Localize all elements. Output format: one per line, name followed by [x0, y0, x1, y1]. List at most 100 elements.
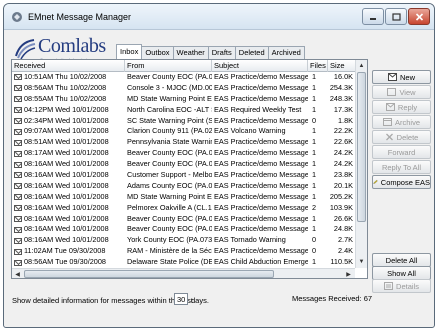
message-list-header: Received From Subject Files Size — [12, 60, 355, 72]
cell-files: 0 — [312, 246, 317, 256]
tab-outbox[interactable]: Outbox — [141, 46, 174, 59]
cell-received: 08:16AM Wed 10/01/2008 — [12, 203, 125, 214]
message-row[interactable]: 10:51AM Thu 10/02/2008 Beaver County EOC … — [12, 72, 355, 83]
cell-subject: EAS Practice/demo Message — [214, 72, 308, 81]
cell-subject: EAS Volcano Warning — [214, 126, 286, 136]
reply-to-all-button[interactable]: Reply To All — [372, 160, 431, 174]
minimize-button[interactable] — [362, 8, 384, 25]
message-row[interactable]: 08:16AM Wed 10/01/2008 Customer Support -… — [12, 170, 355, 181]
cell-subject: EAS Practice/demo Message — [214, 224, 308, 234]
message-row[interactable]: 08:56AM Thu 10/02/2008 Console 3 - MJOC (… — [12, 83, 355, 94]
forward-button[interactable]: Forward — [372, 145, 431, 159]
cell-subject: EAS Tornado Warning — [214, 235, 286, 245]
compose-eas-button[interactable]: Compose EAS — [372, 175, 431, 189]
envelope-icon — [14, 128, 22, 135]
cell-received: 08:17AM Wed 10/01/2008 — [12, 148, 125, 159]
message-row[interactable]: 11:02AM Tue 09/30/2008 RAM - Ministère de… — [12, 246, 355, 257]
tab-weather[interactable]: Weather — [172, 46, 209, 59]
cell-subject: EAS Required Weekly Test — [214, 104, 302, 114]
cell-files: 1 — [312, 82, 317, 92]
vertical-scrollbar[interactable]: ▲ ▼ — [355, 60, 367, 268]
logo-mark-icon — [15, 39, 36, 60]
cell-size: 248.3K — [329, 93, 353, 103]
delete-button-label: Delete — [396, 132, 419, 142]
details-button-label: Details — [396, 281, 419, 291]
cell-size: 254.3K — [329, 82, 353, 92]
new-button[interactable]: New — [372, 70, 431, 84]
cell-from: Pelmorex Oakville A (CL.134) — [127, 202, 212, 212]
message-row[interactable]: 09:07AM Wed 10/01/2008 Clarion County 911… — [12, 126, 355, 137]
column-header-subject[interactable]: Subject — [212, 60, 308, 72]
view-button-label: View — [399, 87, 416, 97]
envelope-icon — [14, 183, 22, 190]
message-row[interactable]: 08:16AM Wed 10/01/2008 Beaver County EOC … — [12, 214, 355, 225]
column-header-received[interactable]: Received — [12, 60, 125, 72]
message-row[interactable]: 08:16AM Wed 10/01/2008 Pelmorex Oakville … — [12, 203, 355, 214]
received-text: 08:16AM Wed 10/01/2008 — [24, 191, 109, 201]
delete-button[interactable]: Delete — [372, 130, 431, 144]
scroll-down-arrow-icon[interactable]: ▼ — [356, 256, 367, 267]
cell-files: 1 — [312, 159, 317, 169]
message-row[interactable]: 08:55AM Thu 10/02/2008 MD State Warning P… — [12, 94, 355, 105]
scroll-right-arrow-icon[interactable]: ▶ — [343, 269, 354, 278]
tab-archived[interactable]: Archived — [267, 46, 305, 59]
cell-received: 08:16AM Wed 10/01/2008 — [12, 214, 125, 225]
message-row[interactable]: 08:56AM Tue 09/30/2008 Delaware State Pol… — [12, 257, 355, 268]
scroll-up-arrow-icon[interactable]: ▲ — [356, 60, 367, 71]
show-all-button[interactable]: Show All — [372, 266, 431, 280]
cell-from: Beaver County EOC (PA.015) — [127, 72, 212, 81]
column-header-size[interactable]: Size — [328, 60, 355, 72]
cell-from: Beaver County EOC (PA.015) — [127, 213, 212, 223]
details-button[interactable]: Details — [372, 279, 431, 293]
days-unit-label: days. — [191, 296, 209, 305]
message-row[interactable]: 08:51AM Wed 10/01/2008 Pennsylvania State… — [12, 137, 355, 148]
close-button[interactable] — [408, 8, 430, 25]
app-icon — [12, 12, 22, 22]
delete-all-button[interactable]: Delete All — [372, 253, 431, 267]
delete-icon — [385, 133, 393, 141]
view-button[interactable]: View — [372, 85, 431, 99]
horizontal-scroll-thumb[interactable] — [24, 270, 274, 278]
archive-button[interactable]: Archive — [372, 115, 431, 129]
vertical-scroll-thumb[interactable] — [357, 72, 366, 222]
cell-from: Console 3 - MJOC (MD.003) — [127, 82, 212, 92]
close-icon — [415, 12, 423, 21]
tab-drafts[interactable]: Drafts — [207, 46, 236, 59]
reply-button[interactable]: Reply — [372, 100, 431, 114]
message-row[interactable]: 04:12PM Wed 10/01/2008 North Carolina EOC… — [12, 105, 355, 116]
message-row[interactable]: 08:16AM Wed 10/01/2008 Beaver County EOC … — [12, 159, 355, 170]
column-header-files[interactable]: Files — [308, 60, 328, 72]
tab-deleted[interactable]: Deleted — [234, 46, 269, 59]
message-row[interactable]: 02:34PM Wed 10/01/2008 SC State Warning P… — [12, 116, 355, 127]
cell-size: 23.8K — [333, 170, 353, 180]
cell-received: 04:12PM Wed 10/01/2008 — [12, 105, 125, 116]
scroll-left-arrow-icon[interactable]: ◀ — [12, 269, 23, 278]
cell-from: Delaware State Police (DE.0... — [127, 257, 212, 267]
cell-size: 22.2K — [333, 126, 353, 136]
maximize-button[interactable] — [385, 8, 407, 25]
message-row[interactable]: 08:17AM Wed 10/01/2008 Beaver County EOC … — [12, 148, 355, 159]
cell-size: 20.1K — [333, 180, 353, 190]
days-filter-input[interactable] — [174, 293, 188, 305]
window-title: EMnet Message Manager — [28, 12, 132, 22]
envelope-icon — [14, 107, 22, 114]
cell-from: North Carolina EOC -ALT S... — [127, 104, 212, 114]
message-row[interactable]: 08:16AM Wed 10/01/2008 Beaver County EOC … — [12, 224, 355, 235]
cell-received: 08:16AM Wed 10/01/2008 — [12, 159, 125, 170]
message-row[interactable]: 08:16AM Wed 10/01/2008 York County EOC (P… — [12, 235, 355, 246]
envelope-icon — [14, 161, 22, 168]
title-bar[interactable]: EMnet Message Manager — [4, 4, 434, 30]
message-list[interactable]: Received From Subject Files Size 10:51AM… — [11, 59, 368, 279]
cell-received: 10:51AM Thu 10/02/2008 — [12, 72, 125, 83]
tab-inbox[interactable]: Inbox — [116, 44, 143, 59]
cell-files: 1 — [312, 104, 317, 114]
cell-subject: EAS Practice/demo Message — [214, 115, 308, 125]
received-text: 08:16AM Wed 10/01/2008 — [24, 180, 109, 190]
message-row[interactable]: 08:16AM Wed 10/01/2008 Adams County EOC (… — [12, 181, 355, 192]
cell-from: MD State Warning Point EO... — [127, 191, 212, 201]
message-row[interactable]: 08:16AM Wed 10/01/2008 MD State Warning P… — [12, 192, 355, 203]
envelope-icon — [14, 96, 22, 103]
envelope-icon — [14, 139, 22, 146]
column-header-from[interactable]: From — [125, 60, 212, 72]
horizontal-scrollbar[interactable]: ◀ ▶ — [12, 268, 355, 278]
